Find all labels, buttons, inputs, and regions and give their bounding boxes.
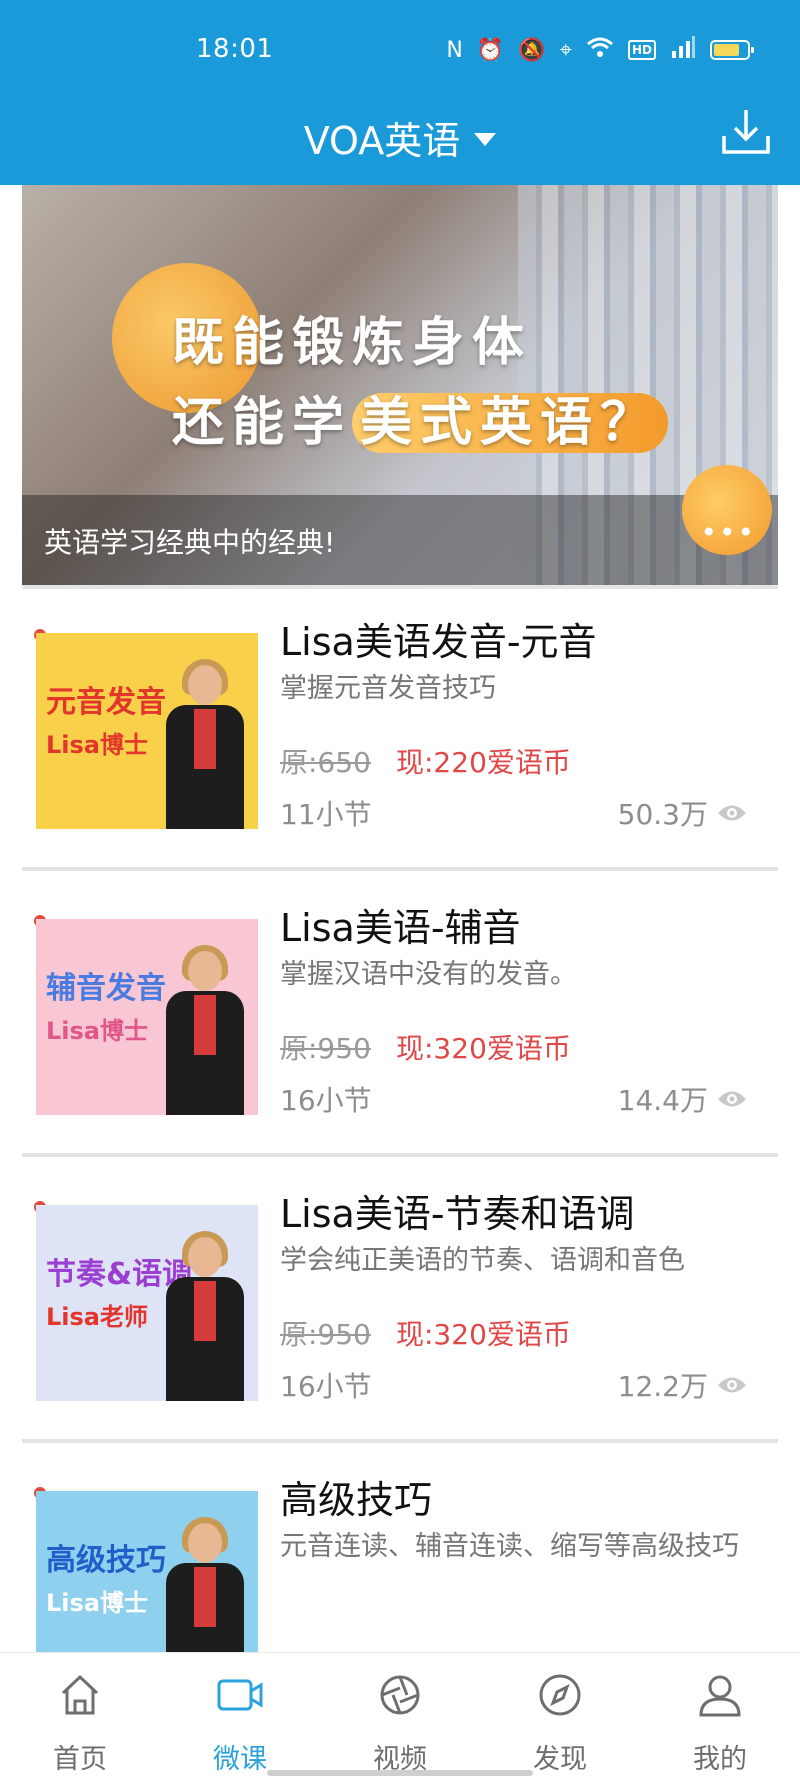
original-price: 原:950 <box>280 1032 371 1065</box>
nav-item-compass[interactable]: 发现 <box>480 1653 640 1779</box>
wifi-icon <box>586 36 614 64</box>
teacher-figure <box>160 659 250 829</box>
original-price: 原:650 <box>280 746 371 779</box>
current-price: 现:320爱语币 <box>396 1032 571 1065</box>
banner-page-indicator: ••• <box>700 516 756 549</box>
course-thumbnail: 元音发音 Lisa博士 <box>36 633 258 829</box>
eye-icon <box>718 805 746 821</box>
banner-headline-2: 还能学 美式英语？ <box>172 380 669 455</box>
section-count: 16小节 <box>280 1084 372 1117</box>
thumbnail-teacher: Lisa博士 <box>46 731 148 759</box>
course-item[interactable]: 辅音发音 Lisa博士 Lisa美语-辅音 掌握汉语中没有的发音。 原:950 … <box>22 875 778 1157</box>
course-title: Lisa美语-节奏和语调 <box>280 1192 635 1236</box>
course-title: 高级技巧 <box>280 1478 433 1522</box>
nav-item-video-camera[interactable]: 微课 <box>160 1653 320 1779</box>
view-count-value: 50.3万 <box>617 798 708 831</box>
top-bar: 18:01 N ⏰ 🔕 ⌖ HD VOA英语 <box>0 0 800 185</box>
thumbnail-teacher: Lisa博士 <box>46 1589 148 1617</box>
thumbnail-title: 高级技巧 <box>46 1543 166 1578</box>
current-price: 现:320爱语币 <box>396 1318 571 1351</box>
thumbnail-teacher: Lisa老师 <box>46 1303 148 1331</box>
course-item[interactable]: 元音发音 Lisa博士 Lisa美语发音-元音 掌握元音发音技巧 原:650 现… <box>22 589 778 871</box>
course-subtitle: 学会纯正美语的节奏、语调和音色 <box>280 1245 685 1276</box>
teacher-figure <box>160 1231 250 1401</box>
thumbnail-title: 元音发音 <box>46 685 166 720</box>
course-item[interactable]: 节奏&语调 Lisa老师 Lisa美语-节奏和语调 学会纯正美语的节奏、语调和音… <box>22 1161 778 1443</box>
status-time: 18:01 <box>196 34 274 64</box>
eye-icon <box>718 1091 746 1107</box>
view-count: 14.4万 <box>618 1079 748 1119</box>
course-subtitle: 掌握元音发音技巧 <box>280 673 496 704</box>
video-camera-icon <box>217 1679 263 1711</box>
teacher-figure <box>160 945 250 1115</box>
nav-label: 我的 <box>693 1744 747 1775</box>
view-count: 12.2万 <box>618 1365 748 1405</box>
banner-caption: 英语学习经典中的经典! <box>44 526 336 559</box>
download-button[interactable] <box>720 106 772 158</box>
view-count-value: 12.2万 <box>617 1370 708 1403</box>
section-count: 16小节 <box>280 1370 372 1403</box>
thumbnail-teacher: Lisa博士 <box>46 1017 148 1045</box>
original-price: 原:950 <box>280 1318 371 1351</box>
download-icon <box>722 110 770 154</box>
status-icons: N ⏰ 🔕 ⌖ HD <box>446 36 754 64</box>
home-indicator[interactable] <box>267 1770 533 1776</box>
current-price: 现:220爱语币 <box>396 746 571 779</box>
nav-item-user[interactable]: 我的 <box>640 1653 800 1779</box>
eye-icon <box>718 1377 746 1393</box>
course-subtitle: 掌握汉语中没有的发音。 <box>280 959 577 990</box>
view-count-value: 14.4万 <box>617 1084 708 1117</box>
user-icon <box>699 1675 741 1717</box>
promo-banner[interactable]: 既能锻炼身体 还能学 美式英语？ 英语学习经典中的经典! ••• <box>22 185 778 585</box>
nav-item-aperture[interactable]: 视频 <box>320 1653 480 1779</box>
battery-icon <box>710 40 754 60</box>
course-subtitle: 元音连读、辅音连读、缩写等高级技巧 <box>280 1531 739 1562</box>
hd-badge: HD <box>627 40 656 60</box>
course-title: Lisa美语-辅音 <box>280 906 521 950</box>
thumbnail-title: 辅音发音 <box>46 971 166 1006</box>
page-title: VOA英语 <box>303 119 461 163</box>
course-item[interactable]: 高级技巧 Lisa博士 高级技巧 元音连读、辅音连读、缩写等高级技巧 原:650… <box>22 1447 778 1723</box>
bottom-navigation: 首页 微课 视频 发现 我的 <box>0 1652 800 1779</box>
alarm-icon: ⏰ <box>476 37 505 63</box>
nav-item-home[interactable]: 首页 <box>0 1653 160 1779</box>
nav-label: 首页 <box>53 1744 107 1775</box>
channel-selector[interactable]: VOA英语 <box>0 110 800 165</box>
course-thumbnail: 辅音发音 Lisa博士 <box>36 919 258 1115</box>
location-icon: ⌖ <box>559 37 572 63</box>
compass-icon <box>539 1674 581 1716</box>
section-count: 11小节 <box>280 798 372 831</box>
course-thumbnail: 节奏&语调 Lisa老师 <box>36 1205 258 1401</box>
home-icon <box>61 1674 99 1715</box>
dropdown-caret-icon <box>474 133 497 146</box>
mute-icon: 🔕 <box>518 37 546 63</box>
view-count: 50.3万 <box>618 793 748 833</box>
course-title: Lisa美语发音-元音 <box>280 620 597 664</box>
nfc-icon: N <box>446 37 463 63</box>
aperture-icon <box>380 1675 420 1715</box>
banner-headline-1: 既能锻炼身体 <box>172 313 533 373</box>
signal-icon <box>670 36 696 64</box>
